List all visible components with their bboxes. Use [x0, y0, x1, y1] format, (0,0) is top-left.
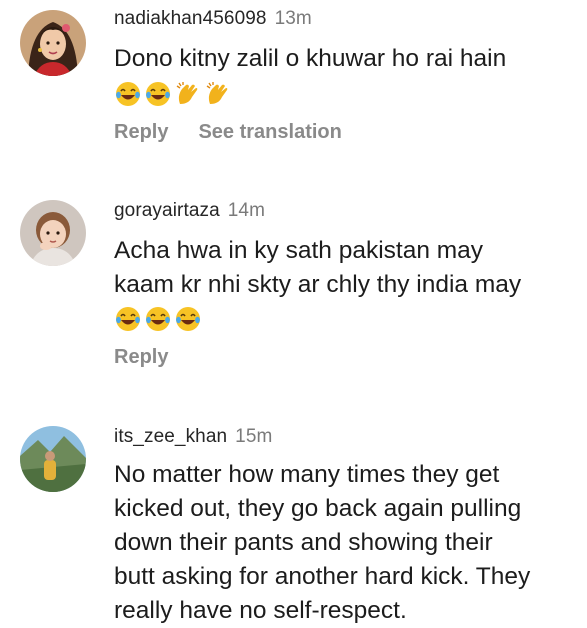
comment-line: really have no self-respect.: [114, 597, 407, 624]
emoji-row: [114, 80, 232, 108]
avatar[interactable]: [20, 426, 86, 492]
comment-line: kicked out, they go back again pulling: [114, 495, 522, 522]
comment-line: No matter how many times they get: [114, 461, 500, 488]
comment-username[interactable]: nadiakhan456098 13m: [114, 8, 312, 30]
comment-line: Dono kitny zalil o khuwar ho rai hain: [114, 45, 507, 72]
comment-text: Acha hwa in ky sath pakistan may kaam kr…: [114, 234, 521, 302]
comment-actions: Reply See translation: [114, 121, 342, 144]
comment-text: No matter how many times they get kicked…: [114, 458, 530, 628]
tears-of-joy-icon: [116, 82, 140, 106]
comment-timestamp: 15m: [235, 426, 273, 447]
username-label[interactable]: nadiakhan456098: [114, 8, 267, 29]
avatar-woman-icon: [20, 10, 86, 76]
reply-button[interactable]: Reply: [114, 121, 168, 143]
comment-line: kaam kr nhi skty ar chly thy india may: [114, 271, 522, 298]
avatar[interactable]: [20, 200, 86, 266]
reply-button[interactable]: Reply: [114, 346, 168, 368]
tears-of-joy-icon: [176, 307, 200, 331]
comment-line: butt asking for another hard kick. They: [114, 563, 531, 590]
avatar-child-icon: [20, 200, 86, 266]
avatar[interactable]: [20, 10, 86, 76]
comment-timestamp: 14m: [227, 200, 266, 221]
comment-line: Acha hwa in ky sath pakistan may: [114, 237, 484, 264]
comment-username[interactable]: gorayairtaza 14m: [114, 200, 265, 222]
comment-line: down their pants and showing their: [114, 529, 493, 556]
tears-of-joy-icon: [116, 307, 140, 331]
comment-username[interactable]: its_zee_khan 15m: [114, 426, 272, 448]
username-label[interactable]: its_zee_khan: [114, 426, 227, 447]
comment-timestamp: 13m: [274, 8, 312, 29]
emoji-row: [114, 305, 202, 333]
clapping-hands-icon: [176, 82, 198, 104]
comment-actions: Reply: [114, 346, 168, 369]
avatar-landscape-icon: [20, 426, 86, 492]
comment-text: Dono kitny zalil o khuwar ho rai hain: [114, 42, 506, 76]
username-label[interactable]: gorayairtaza: [114, 200, 220, 221]
tears-of-joy-icon: [146, 307, 170, 331]
see-translation-button[interactable]: See translation: [198, 121, 341, 143]
clapping-hands-icon: [206, 82, 228, 104]
tears-of-joy-icon: [146, 82, 170, 106]
